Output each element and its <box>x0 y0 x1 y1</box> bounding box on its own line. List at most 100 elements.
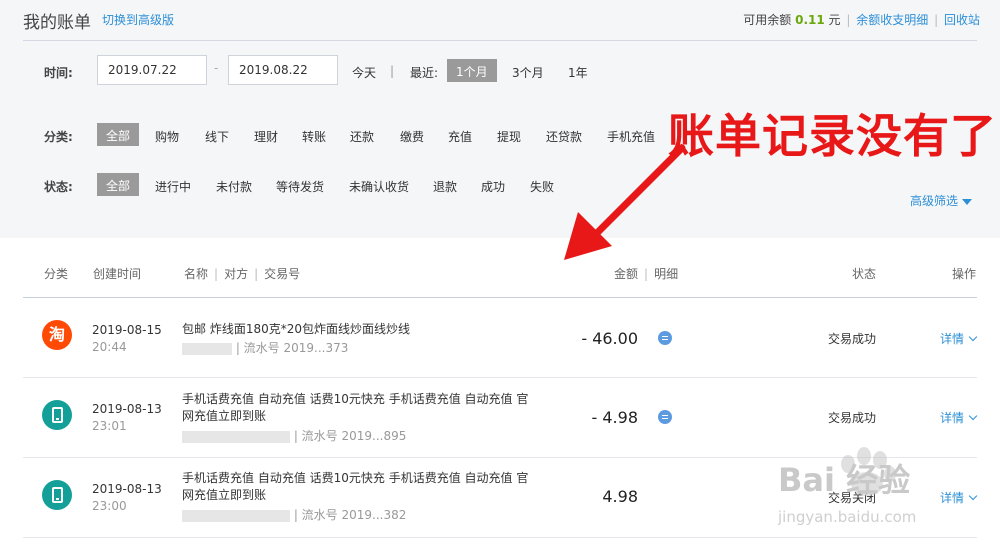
advanced-filter-label: 高级筛选 <box>910 194 959 208</box>
phone-icon <box>42 400 72 430</box>
chevron-down-icon <box>968 411 978 421</box>
recent-label: 最近: <box>410 66 439 80</box>
row-status: 交易成功 <box>828 411 877 425</box>
red-arrow-icon <box>564 144 686 260</box>
category-label: 分类: <box>44 130 73 144</box>
col-name-group: 名称 | 对方 | 交易号 <box>184 265 300 282</box>
triangle-down-icon <box>962 198 973 205</box>
watermark-url: jingyan.baidu.com <box>778 508 917 526</box>
row-time: 23:01 <box>92 419 127 433</box>
phone-glyph <box>52 407 63 423</box>
row-details-button[interactable]: 详情 <box>940 409 978 426</box>
row-date: 2019-08-13 <box>92 402 162 416</box>
blurred-counterparty <box>182 430 290 443</box>
row-time: 20:44 <box>92 340 127 354</box>
detail-list-icon[interactable] <box>658 331 672 345</box>
watermark-text: Bai 经验 <box>778 461 911 499</box>
date-to-input[interactable]: 2019.08.22 <box>228 55 338 85</box>
row-serial-text: | 流水号 2019...895 <box>293 429 407 443</box>
taobao-icon: 淘 <box>42 320 72 350</box>
status-all-button[interactable]: 全部 <box>97 173 140 196</box>
col-amount: 金额 <box>614 267 639 281</box>
status-refund[interactable]: 退款 <box>433 178 457 195</box>
col-detail: 明细 <box>654 267 679 281</box>
separator: | <box>254 267 259 281</box>
range-1-month-button[interactable]: 1个月 <box>447 59 497 82</box>
category-bills[interactable]: 缴费 <box>400 128 424 145</box>
divider <box>23 40 977 41</box>
status-in-progress[interactable]: 进行中 <box>155 178 191 195</box>
chevron-down-icon <box>968 332 978 342</box>
switch-advanced-link[interactable]: 切换到高级版 <box>102 11 174 28</box>
category-topup[interactable]: 充值 <box>448 128 472 145</box>
date-from-input[interactable]: 2019.07.22 <box>97 55 207 85</box>
row-serial: | 流水号 2019...373 <box>182 339 348 356</box>
recycle-bin-link[interactable]: 回收站 <box>944 13 980 27</box>
today-button[interactable]: 今天 <box>352 64 376 81</box>
status-unpaid[interactable]: 未付款 <box>216 178 252 195</box>
table-row: 淘 2019-08-15 20:44 包邮 炸线面180克*20包炸面线炒面线炒… <box>0 298 1000 377</box>
col-trade-no: 交易号 <box>264 267 301 281</box>
page-title: 我的账单 <box>23 13 91 33</box>
time-label: 时间: <box>44 66 73 80</box>
separator: | <box>390 64 395 78</box>
range-3-month-button[interactable]: 3个月 <box>512 64 544 81</box>
col-action: 操作 <box>952 267 977 281</box>
category-finance[interactable]: 理财 <box>254 128 278 145</box>
row-divider <box>23 537 977 538</box>
row-time: 23:00 <box>92 499 127 513</box>
row-details-button[interactable]: 详情 <box>940 330 978 347</box>
row-name[interactable]: 手机话费充值 自动充值 话费10元快充 手机话费充值 自动充值 官网充值立即到账 <box>182 470 532 504</box>
separator: | <box>214 267 219 281</box>
status-awaiting-shipment[interactable]: 等待发货 <box>276 178 324 195</box>
row-name[interactable]: 包邮 炸线面180克*20包炸面线炒面线炒线 <box>182 321 532 338</box>
blurred-counterparty <box>182 509 290 522</box>
category-offline[interactable]: 线下 <box>205 128 229 145</box>
category-shopping[interactable]: 购物 <box>155 128 179 145</box>
status-label: 状态: <box>44 180 73 194</box>
range-1-year-button[interactable]: 1年 <box>568 64 588 81</box>
balance-label: 可用余额 <box>743 13 792 27</box>
row-serial: | 流水号 2019...895 <box>182 427 406 444</box>
row-name[interactable]: 手机话费充值 自动充值 话费10元快充 手机话费充值 自动充值 官网充值立即到账 <box>182 391 532 425</box>
col-created: 创建时间 <box>93 267 142 281</box>
row-date: 2019-08-15 <box>92 323 162 337</box>
row-amount: - 4.98 <box>591 408 638 427</box>
row-amount: 4.98 <box>602 487 638 506</box>
status-unconfirmed[interactable]: 未确认收货 <box>349 178 409 195</box>
detail-list-icon[interactable] <box>658 410 672 424</box>
category-withdraw[interactable]: 提现 <box>497 128 521 145</box>
col-counterparty: 对方 <box>224 267 249 281</box>
row-serial-text: | 流水号 2019...382 <box>293 508 407 522</box>
balance-unit: 元 <box>828 13 841 27</box>
separator: | <box>846 13 851 27</box>
annotation-text: 账单记录没有了 <box>668 109 997 163</box>
status-success[interactable]: 成功 <box>481 178 505 195</box>
separator: | <box>644 267 649 281</box>
row-date: 2019-08-13 <box>92 482 162 496</box>
row-serial: | 流水号 2019...382 <box>182 506 406 523</box>
date-separator: - <box>214 61 219 75</box>
col-status: 状态 <box>852 267 877 281</box>
balance-value: 0.11 <box>795 13 825 27</box>
row-details-label: 详情 <box>940 411 965 425</box>
col-name: 名称 <box>184 267 209 281</box>
page-header: 我的账单 切换到高级版 可用余额 0.11 元 | 余额收支明细 | 回收站 <box>0 0 1000 38</box>
blurred-counterparty <box>182 342 232 355</box>
category-repayment[interactable]: 还款 <box>350 128 374 145</box>
phone-glyph <box>52 487 63 503</box>
col-category: 分类 <box>44 267 69 281</box>
row-amount: - 46.00 <box>581 329 638 348</box>
category-all-button[interactable]: 全部 <box>97 123 140 146</box>
row-details-label: 详情 <box>940 332 965 346</box>
status-failed[interactable]: 失败 <box>530 178 554 195</box>
phone-icon <box>42 480 72 510</box>
row-serial-text: | 流水号 2019...373 <box>235 341 349 355</box>
balance-detail-link[interactable]: 余额收支明细 <box>856 13 928 27</box>
col-amount-group: 金额 | 明细 <box>614 265 678 282</box>
row-status: 交易成功 <box>828 332 877 346</box>
balance-area: 可用余额 0.11 元 | 余额收支明细 | 回收站 <box>743 11 980 28</box>
advanced-filter-link[interactable]: 高级筛选 <box>910 192 973 209</box>
separator: | <box>934 13 939 27</box>
category-transfer[interactable]: 转账 <box>302 128 326 145</box>
